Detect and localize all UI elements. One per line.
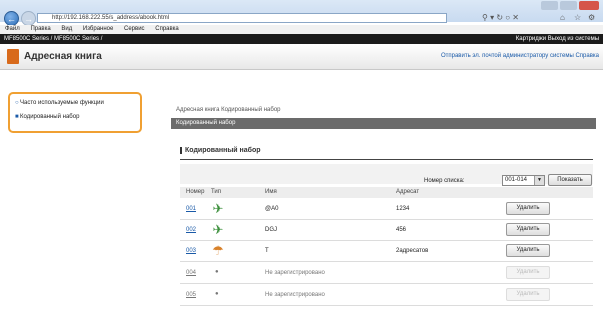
list-number-select[interactable]: 001-014 ▼: [502, 175, 545, 186]
menu-bar: Файл Правка Вид Избранное Сервис Справка: [0, 25, 603, 34]
entry-number-link[interactable]: 003: [186, 248, 196, 254]
fax-icon: ✈: [212, 201, 224, 216]
subheading: Кодированный набор: [180, 147, 261, 154]
group-icon: ☂: [212, 243, 224, 258]
entry-name: DGJ: [265, 227, 277, 233]
list-number-value: 001-014: [505, 177, 528, 183]
section-title-bar: Кодированный набор: [171, 118, 596, 129]
entry-name: Не зарегистрировано: [265, 292, 325, 298]
menu-help[interactable]: Справка: [155, 26, 179, 32]
sidebar: ○Часто используемые функции ■Кодированны…: [8, 92, 142, 133]
divider: [180, 159, 593, 160]
delete-button[interactable]: Удалить: [506, 244, 550, 257]
entry-number-link[interactable]: 005: [186, 292, 196, 298]
table-header: Номер Тип Имя Адресат: [180, 187, 593, 198]
menu-file[interactable]: Файл: [5, 26, 20, 32]
device-bar: MF8500C Series / MF8500C Series / Картри…: [0, 34, 603, 44]
breadcrumb: Адресная книга Кодированный набор: [176, 107, 281, 113]
menu-favorites[interactable]: Избранное: [83, 26, 113, 32]
header-links[interactable]: Отправить эл. почтой администратору сист…: [441, 53, 599, 59]
entry-destination: 456: [396, 227, 407, 233]
column-type: Тип: [211, 189, 222, 195]
delete-button-disabled: Удалить: [506, 288, 550, 301]
gear-icon[interactable]: ⚙: [588, 13, 595, 22]
entry-number-link[interactable]: 001: [186, 206, 196, 212]
sidebar-item-frequent[interactable]: ○Часто используемые функции: [15, 100, 104, 106]
menu-edit[interactable]: Правка: [30, 26, 50, 32]
fax-icon: ✈: [212, 222, 224, 237]
home-icon[interactable]: ⌂: [560, 13, 565, 22]
maximize-button[interactable]: [560, 1, 577, 10]
forward-button[interactable]: →: [21, 11, 36, 26]
empty-dot-icon: ●: [215, 269, 219, 275]
device-links[interactable]: Картриджи Выход из системы: [516, 34, 599, 44]
table-row: 005 ● Не зарегистрировано Удалить: [180, 284, 593, 306]
list-number-label: Номер списка:: [424, 178, 465, 184]
minimize-button[interactable]: [541, 1, 558, 10]
address-bar[interactable]: http://192.168.222.55/s_address/abook.ht…: [37, 13, 447, 23]
device-name: MF8500C Series / MF8500C Series /: [4, 36, 103, 42]
table-row: 001 ✈ @A0 1234 Удалить: [180, 198, 593, 220]
delete-button[interactable]: Удалить: [506, 202, 550, 215]
table-row: 002 ✈ DGJ 456 Удалить: [180, 219, 593, 241]
column-destination: Адресат: [396, 189, 420, 195]
search-refresh-icons[interactable]: ⚲ ▾ ↻ ○ ✕: [482, 13, 519, 22]
table-row: 003 ☂ T 2адресатов Удалить: [180, 240, 593, 262]
page-title: Адресная книга: [24, 51, 102, 62]
address-book-icon: [7, 49, 19, 64]
table-row: 004 ● Не зарегистрировано Удалить: [180, 262, 593, 284]
delete-button-disabled: Удалить: [506, 266, 550, 279]
column-number: Номер: [186, 189, 205, 195]
entry-name: T: [265, 248, 269, 254]
entry-name: @A0: [265, 206, 279, 212]
entry-destination: 1234: [396, 206, 410, 212]
close-button[interactable]: [579, 1, 599, 10]
page-header: Адресная книга Отправить эл. почтой адми…: [0, 44, 603, 70]
entry-destination: 2адресатов: [396, 248, 429, 254]
empty-dot-icon: ●: [215, 291, 219, 297]
chevron-down-icon: ▼: [534, 176, 544, 185]
sidebar-item-coded-dial[interactable]: ■Кодированный набор: [15, 114, 79, 120]
show-button[interactable]: Показать: [548, 174, 592, 186]
favorites-star-icon[interactable]: ☆: [574, 13, 581, 22]
menu-tools[interactable]: Сервис: [124, 26, 145, 32]
entry-number-link[interactable]: 004: [186, 270, 196, 276]
delete-button[interactable]: Удалить: [506, 223, 550, 236]
column-name: Имя: [265, 189, 277, 195]
entry-name: Не зарегистрировано: [265, 270, 325, 276]
menu-view[interactable]: Вид: [61, 26, 72, 32]
sidebar-item-label: Кодированный набор: [20, 114, 80, 120]
back-button[interactable]: ←: [4, 11, 19, 26]
sidebar-item-label: Часто используемые функции: [20, 100, 104, 106]
entry-number-link[interactable]: 002: [186, 227, 196, 233]
